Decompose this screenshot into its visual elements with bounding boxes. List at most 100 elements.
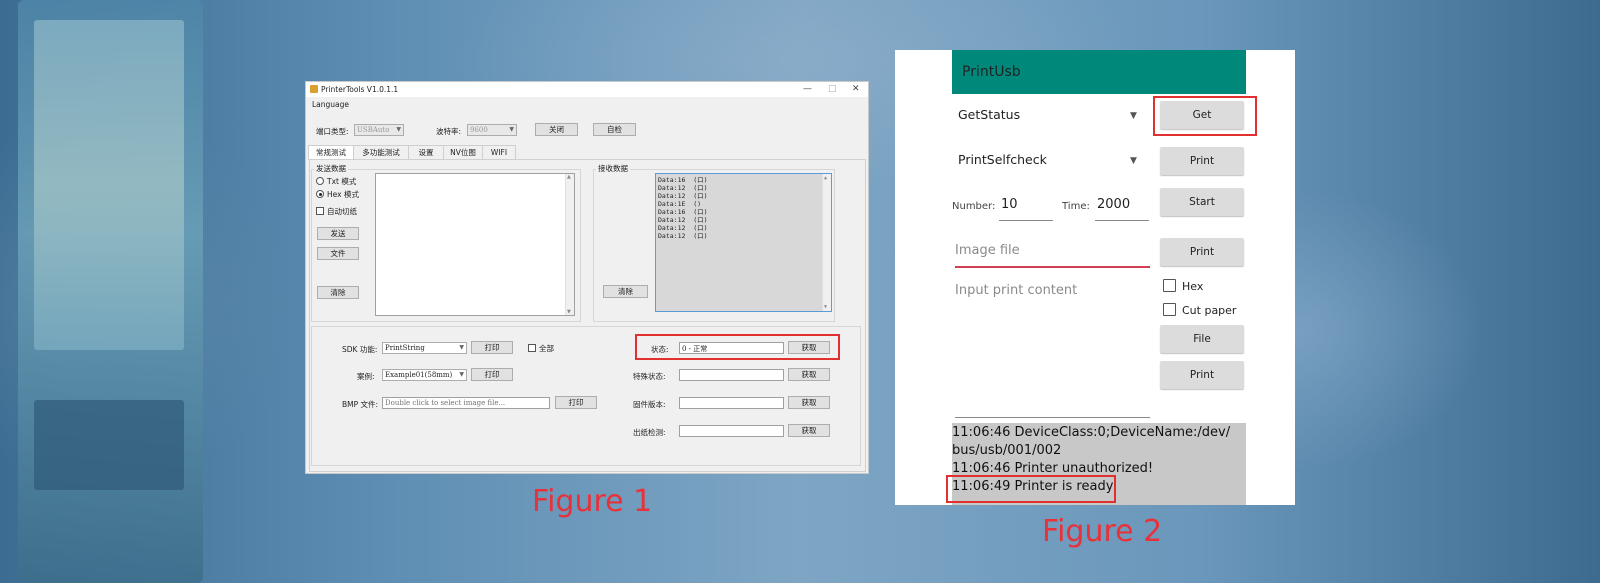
- tab-general-test[interactable]: 常规测试: [308, 145, 354, 160]
- all-checkbox[interactable]: 全部: [528, 343, 554, 354]
- tab-nv-bitmap[interactable]: NV位图: [443, 145, 483, 159]
- special-status-field[interactable]: [679, 369, 784, 381]
- radio-off-icon: [316, 177, 324, 185]
- number-label: Number:: [952, 201, 996, 212]
- hex-checkbox[interactable]: Hex: [1163, 279, 1203, 293]
- file-button-2[interactable]: File: [1160, 325, 1244, 353]
- print-content-button[interactable]: Print: [1160, 361, 1244, 389]
- paper-detect-label: 出纸检测:: [633, 428, 666, 437]
- menu-bar: Language: [306, 98, 868, 112]
- baud-rate-select[interactable]: 9600 ▼: [467, 124, 517, 136]
- chevron-down-icon: ▼: [459, 344, 464, 351]
- send-data-textarea[interactable]: [375, 173, 575, 316]
- time-underline: [1095, 220, 1149, 221]
- port-type-select[interactable]: USBAuto ▼: [354, 124, 404, 136]
- spinner-arrow-icon[interactable]: ▼: [1130, 111, 1137, 121]
- scrollbar[interactable]: [822, 174, 831, 311]
- receive-line: Data:16 (口): [658, 208, 708, 216]
- print-image-button[interactable]: Print: [1160, 238, 1244, 266]
- receive-line: Data:12 (口): [658, 232, 708, 240]
- paper-detect-get-button[interactable]: 获取: [788, 424, 830, 437]
- get-highlight-box: [1153, 96, 1257, 136]
- print-content-underline: [955, 417, 1150, 418]
- tab-wifi[interactable]: WIFI: [482, 145, 516, 159]
- sdk-function-value: PrintString: [385, 344, 425, 352]
- close-window-button[interactable]: ✕: [852, 84, 860, 94]
- txt-mode-radio[interactable]: Txt 模式: [316, 176, 356, 187]
- auto-cut-checkbox[interactable]: 自动切纸: [316, 206, 357, 217]
- printer-app-icon: [310, 85, 318, 93]
- checkbox-icon: [528, 344, 536, 352]
- example-print-button[interactable]: 打印: [471, 368, 513, 381]
- printer-tools-window: PrinterTools V1.0.1.1 — □ ✕ Language 端口类…: [305, 81, 869, 474]
- maximize-button[interactable]: □: [828, 84, 837, 94]
- receive-clear-button[interactable]: 清除: [603, 285, 648, 298]
- time-label: Time:: [1062, 201, 1090, 212]
- checkbox-icon: [1163, 303, 1176, 316]
- chevron-down-icon: ▼: [459, 371, 464, 378]
- chevron-down-icon: ▼: [396, 126, 401, 133]
- spinner-arrow-icon[interactable]: ▼: [1130, 156, 1137, 166]
- scrollbar[interactable]: [565, 174, 574, 315]
- app-title: PrintUsb: [962, 64, 1021, 80]
- radio-on-icon: [316, 190, 324, 198]
- start-button[interactable]: Start: [1160, 188, 1244, 216]
- status-spinner[interactable]: GetStatus: [958, 107, 1020, 122]
- print-selfcheck-button[interactable]: Print: [1160, 147, 1244, 175]
- baud-rate-value: 9600: [470, 126, 488, 134]
- hex-label: Hex: [1182, 280, 1204, 293]
- number-underline: [999, 220, 1053, 221]
- bmp-file-input[interactable]: [382, 397, 550, 409]
- sdk-print-button[interactable]: 打印: [471, 341, 513, 354]
- receive-line: Data:16 (口): [658, 176, 708, 184]
- image-file-input[interactable]: Image file: [955, 243, 1020, 258]
- sdk-function-select[interactable]: PrintString ▼: [382, 342, 467, 354]
- hex-mode-radio[interactable]: Hex 模式: [316, 189, 359, 200]
- checkbox-icon: [1163, 279, 1176, 292]
- time-input[interactable]: 2000: [1097, 197, 1130, 212]
- firmware-version-label: 固件版本:: [633, 400, 666, 409]
- menu-language[interactable]: Language: [312, 100, 349, 109]
- print-content-input[interactable]: Input print content: [955, 283, 1077, 298]
- bmp-print-button[interactable]: 打印: [555, 396, 597, 409]
- tab-multifunction-test[interactable]: 多功能测试: [353, 145, 409, 159]
- hex-mode-label: Hex 模式: [327, 190, 359, 199]
- selfcheck-spinner[interactable]: PrintSelfcheck: [958, 152, 1047, 167]
- example-label: 案例:: [357, 372, 375, 381]
- cut-paper-checkbox[interactable]: Cut paper: [1163, 303, 1236, 317]
- status-highlight-box: [635, 334, 840, 360]
- send-clear-button[interactable]: 清除: [317, 286, 359, 299]
- close-port-button[interactable]: 关闭: [535, 123, 578, 136]
- receive-line: Data:12 (口): [658, 192, 708, 200]
- number-input[interactable]: 10: [1001, 197, 1018, 212]
- receive-line: Data:12 (口): [658, 184, 708, 192]
- special-status-get-button[interactable]: 获取: [788, 368, 830, 381]
- receive-data-label: 接收数据: [596, 163, 630, 174]
- chevron-down-icon: ▼: [509, 126, 514, 133]
- firmware-version-field[interactable]: [679, 397, 784, 409]
- receive-data-textarea[interactable]: Data:16 (口) Data:12 (口) Data:12 (口) Data…: [655, 173, 832, 312]
- special-status-label: 特殊状态:: [633, 372, 666, 381]
- minimize-button[interactable]: —: [803, 84, 812, 94]
- log-line: bus/usb/001/002: [952, 443, 1062, 458]
- file-button[interactable]: 文件: [317, 247, 359, 260]
- tab-settings[interactable]: 设置: [408, 145, 444, 159]
- selftest-button[interactable]: 自检: [593, 123, 636, 136]
- sdk-function-label: SDK 功能:: [342, 345, 378, 354]
- example-value: Example01(58mm): [385, 371, 453, 379]
- send-button[interactable]: 发送: [317, 227, 359, 240]
- firmware-get-button[interactable]: 获取: [788, 396, 830, 409]
- all-label: 全部: [539, 344, 554, 353]
- figure-2-caption: Figure 2: [1042, 514, 1163, 549]
- receive-line: Data:12 (口): [658, 224, 708, 232]
- receive-line: Data:1E (): [658, 200, 702, 208]
- bmp-file-label: BMP 文件:: [342, 400, 379, 409]
- paper-detect-field[interactable]: [679, 425, 784, 437]
- background-kiosk-screen: [34, 20, 184, 350]
- example-select[interactable]: Example01(58mm) ▼: [382, 369, 467, 381]
- receive-line: Data:12 (口): [658, 216, 708, 224]
- log-line: 11:06:46 DeviceClass:0;DeviceName:/dev/: [952, 425, 1231, 440]
- figure-1-caption: Figure 1: [532, 484, 653, 519]
- cut-paper-label: Cut paper: [1182, 304, 1237, 317]
- log-line: 11:06:46 Printer unauthorized!: [952, 461, 1154, 476]
